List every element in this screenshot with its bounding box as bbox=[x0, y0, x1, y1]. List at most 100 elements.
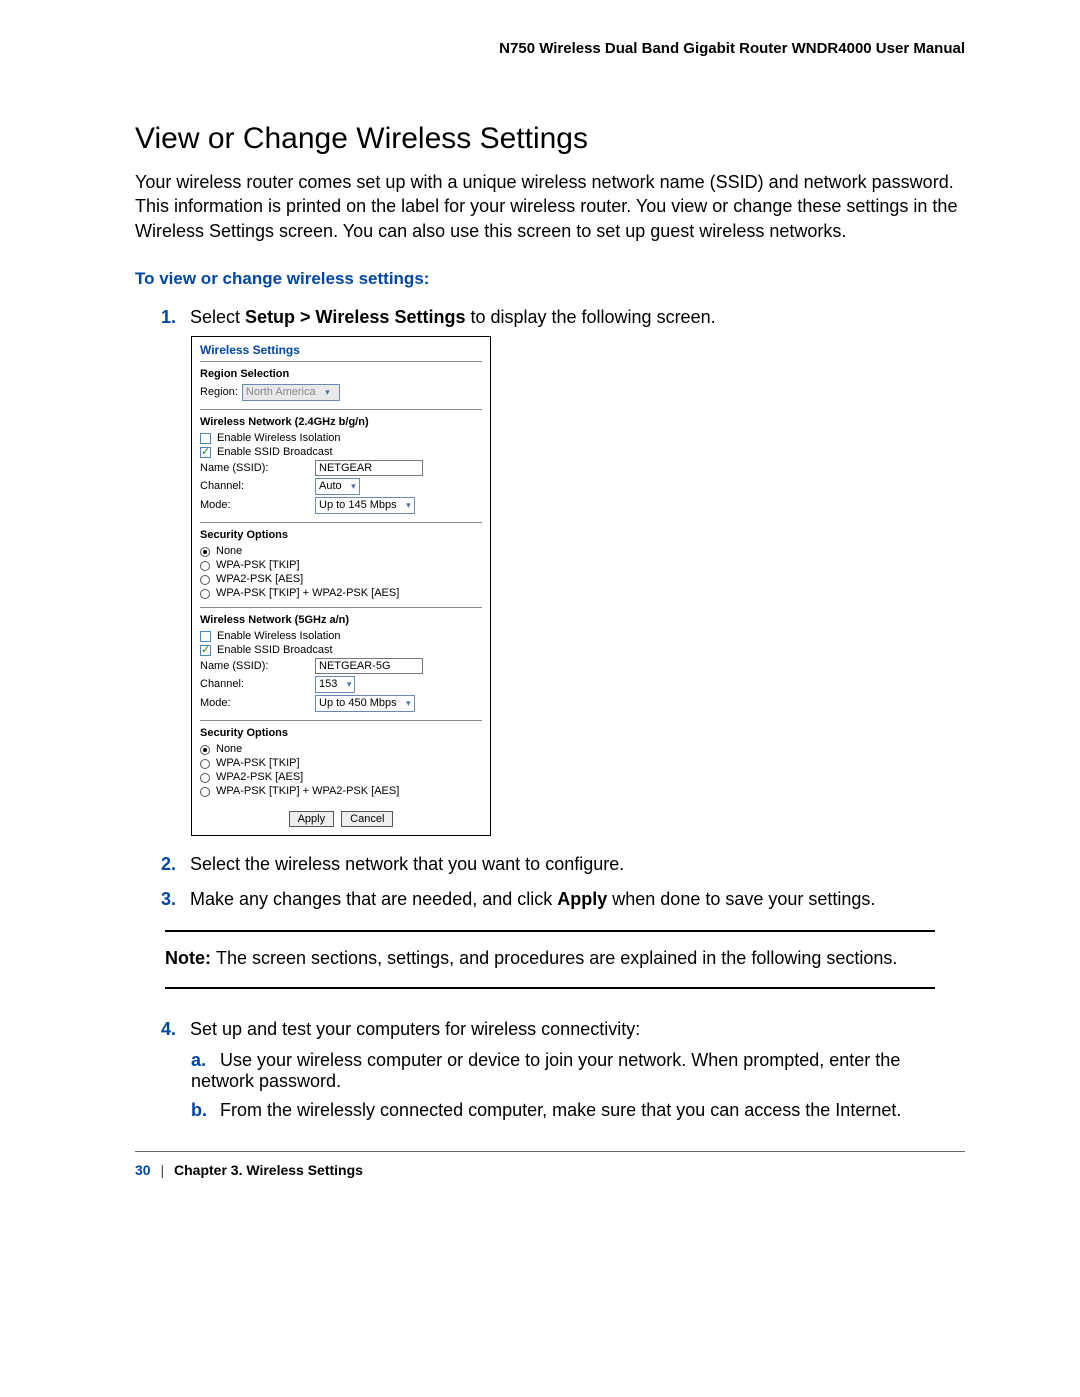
sec1-mixed[interactable]: WPA-PSK [TKIP] + WPA2-PSK [AES] bbox=[200, 587, 482, 599]
sec1-wpa-tkip[interactable]: WPA-PSK [TKIP] bbox=[200, 559, 482, 571]
net5-heading: Wireless Network (5GHz a/n) bbox=[200, 614, 482, 626]
radio-icon[interactable] bbox=[200, 759, 210, 769]
net5-iso-row[interactable]: Enable Wireless Isolation bbox=[200, 630, 482, 642]
panel-title: Wireless Settings bbox=[200, 343, 482, 362]
step-1-text-c: to display the following screen. bbox=[465, 307, 715, 327]
footer-separator: | bbox=[160, 1162, 164, 1178]
wireless-settings-panel: Wireless Settings Region Selection Regio… bbox=[191, 336, 491, 836]
cancel-button[interactable]: Cancel bbox=[341, 811, 393, 827]
net5-channel-label: Channel: bbox=[200, 678, 315, 690]
region-label: Region: bbox=[200, 386, 238, 398]
net24-ssid-broadcast-label: Enable SSID Broadcast bbox=[217, 446, 333, 458]
net24-heading: Wireless Network (2.4GHz b/g/n) bbox=[200, 416, 482, 428]
net24-ssid-input[interactable]: NETGEAR bbox=[315, 460, 423, 476]
page-number: 30 bbox=[135, 1162, 151, 1178]
net24-group: Wireless Network (2.4GHz b/g/n) Enable W… bbox=[200, 410, 482, 523]
sec2-group: Security Options None WPA-PSK [TKIP] WPA… bbox=[200, 721, 482, 805]
net24-channel-select[interactable]: Auto ▾ bbox=[315, 478, 360, 495]
step-1-text-a: Select bbox=[190, 307, 245, 327]
instruction-heading: To view or change wireless settings: bbox=[135, 269, 965, 289]
net5-mode-label: Mode: bbox=[200, 697, 315, 709]
net5-channel-select[interactable]: 153 ▾ bbox=[315, 676, 355, 693]
page-title: View or Change Wireless Settings bbox=[135, 122, 965, 156]
net5-mode-select[interactable]: Up to 450 Mbps ▾ bbox=[315, 695, 415, 712]
net24-mode-value: Up to 145 Mbps bbox=[319, 499, 397, 511]
net5-ssid-label: Name (SSID): bbox=[200, 660, 315, 672]
doc-header-title: N750 Wireless Dual Band Gigabit Router W… bbox=[135, 40, 965, 57]
step-2: 2. Select the wireless network that you … bbox=[161, 854, 965, 875]
radio-icon[interactable] bbox=[200, 575, 210, 585]
step-4-text: Set up and test your computers for wirel… bbox=[190, 1019, 640, 1039]
step-number: 4. bbox=[161, 1019, 185, 1040]
step-4: 4. Set up and test your computers for wi… bbox=[161, 1019, 965, 1121]
button-bar: Apply Cancel bbox=[200, 805, 482, 827]
chevron-down-icon: ▾ bbox=[397, 698, 411, 709]
net5-ssid-broadcast-label: Enable SSID Broadcast bbox=[217, 644, 333, 656]
radio-icon[interactable] bbox=[200, 787, 210, 797]
step-4b: b. From the wirelessly connected compute… bbox=[191, 1100, 965, 1121]
page-footer: 30 | Chapter 3. Wireless Settings bbox=[135, 1151, 965, 1178]
region-group: Region Selection Region: North America ▾ bbox=[200, 362, 482, 410]
net24-iso-label: Enable Wireless Isolation bbox=[217, 432, 341, 444]
radio-icon[interactable] bbox=[200, 547, 210, 557]
sec1-group: Security Options None WPA-PSK [TKIP] WPA… bbox=[200, 523, 482, 608]
net5-mode-value: Up to 450 Mbps bbox=[319, 697, 397, 709]
net24-mode-label: Mode: bbox=[200, 499, 315, 511]
sec1-none[interactable]: None bbox=[200, 545, 482, 557]
checkbox-icon[interactable] bbox=[200, 447, 211, 458]
checkbox-icon[interactable] bbox=[200, 433, 211, 444]
chevron-down-icon: ▾ bbox=[337, 679, 351, 690]
region-value: North America bbox=[246, 386, 316, 398]
step-number: 3. bbox=[161, 889, 185, 910]
substep-letter: a. bbox=[191, 1050, 215, 1071]
note-text: The screen sections, settings, and proce… bbox=[216, 948, 897, 968]
net5-channel-value: 153 bbox=[319, 678, 337, 690]
note-block: Note: The screen sections, settings, and… bbox=[165, 930, 935, 989]
step-3-text-a: Make any changes that are needed, and cl… bbox=[190, 889, 557, 909]
step-1: 1. Select Setup > Wireless Settings to d… bbox=[161, 307, 965, 836]
radio-icon[interactable] bbox=[200, 773, 210, 783]
radio-icon[interactable] bbox=[200, 745, 210, 755]
manual-page: N750 Wireless Dual Band Gigabit Router W… bbox=[0, 0, 1080, 1397]
chevron-down-icon: ▾ bbox=[342, 481, 356, 492]
net24-ssid-label: Name (SSID): bbox=[200, 462, 315, 474]
step-2-text: Select the wireless network that you wan… bbox=[190, 854, 624, 874]
note-label: Note: bbox=[165, 948, 216, 968]
chevron-down-icon: ▾ bbox=[397, 500, 411, 511]
region-heading: Region Selection bbox=[200, 368, 482, 380]
step-4a-text: Use your wireless computer or device to … bbox=[191, 1050, 900, 1091]
step-number: 2. bbox=[161, 854, 185, 875]
step-1-bold: Setup > Wireless Settings bbox=[245, 307, 465, 327]
sec2-wpa-tkip[interactable]: WPA-PSK [TKIP] bbox=[200, 757, 482, 769]
footer-chapter: Chapter 3. Wireless Settings bbox=[174, 1162, 363, 1178]
sec2-wpa2-aes[interactable]: WPA2-PSK [AES] bbox=[200, 771, 482, 783]
net24-ssid-broadcast-row[interactable]: Enable SSID Broadcast bbox=[200, 446, 482, 458]
checkbox-icon[interactable] bbox=[200, 645, 211, 656]
apply-button[interactable]: Apply bbox=[289, 811, 335, 827]
net24-mode-select[interactable]: Up to 145 Mbps ▾ bbox=[315, 497, 415, 514]
radio-icon[interactable] bbox=[200, 589, 210, 599]
step-3: 3. Make any changes that are needed, and… bbox=[161, 889, 965, 910]
radio-icon[interactable] bbox=[200, 561, 210, 571]
substep-letter: b. bbox=[191, 1100, 215, 1121]
checkbox-icon[interactable] bbox=[200, 631, 211, 642]
sec2-heading: Security Options bbox=[200, 727, 482, 739]
sec1-heading: Security Options bbox=[200, 529, 482, 541]
sec1-wpa2-aes[interactable]: WPA2-PSK [AES] bbox=[200, 573, 482, 585]
chevron-down-icon: ▾ bbox=[316, 387, 330, 398]
step-3-bold: Apply bbox=[557, 889, 607, 909]
sec2-none[interactable]: None bbox=[200, 743, 482, 755]
sec2-mixed[interactable]: WPA-PSK [TKIP] + WPA2-PSK [AES] bbox=[200, 785, 482, 797]
net5-ssid-broadcast-row[interactable]: Enable SSID Broadcast bbox=[200, 644, 482, 656]
net24-channel-label: Channel: bbox=[200, 480, 315, 492]
net5-group: Wireless Network (5GHz a/n) Enable Wirel… bbox=[200, 608, 482, 721]
region-select[interactable]: North America ▾ bbox=[242, 384, 340, 401]
net24-iso-row[interactable]: Enable Wireless Isolation bbox=[200, 432, 482, 444]
intro-paragraph: Your wireless router comes set up with a… bbox=[135, 170, 965, 243]
net5-iso-label: Enable Wireless Isolation bbox=[217, 630, 341, 642]
step-3-text-c: when done to save your settings. bbox=[607, 889, 875, 909]
net5-ssid-input[interactable]: NETGEAR-5G bbox=[315, 658, 423, 674]
step-number: 1. bbox=[161, 307, 185, 328]
net24-channel-value: Auto bbox=[319, 480, 342, 492]
step-4a: a. Use your wireless computer or device … bbox=[191, 1050, 965, 1092]
